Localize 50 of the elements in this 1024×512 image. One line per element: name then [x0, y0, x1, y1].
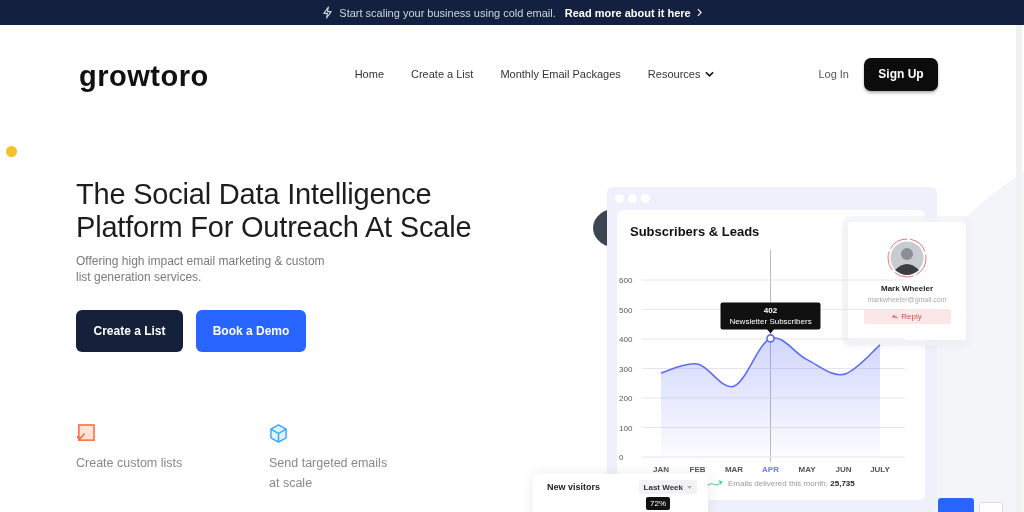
checklist-icon: [76, 424, 95, 443]
axis-tick-label: FEB: [689, 465, 706, 474]
axis-tick-label: JULY: [870, 465, 890, 474]
axis-tick-label: 600: [619, 276, 633, 285]
profile-name: Mark Wheeler: [881, 284, 933, 293]
chart-tooltip: 402 Newsletter Subscribers: [720, 302, 821, 334]
hero-subtitle: Offering high impact email marketing & custom list generation services.: [76, 253, 326, 285]
accent-dot: [6, 146, 17, 157]
hero-title: The Social Data Intelligence Platform For Outreach At Scale: [76, 178, 473, 244]
annotation: 402: [763, 306, 778, 316]
nav-link[interactable]: Monthly Email Packages: [500, 68, 621, 80]
axis-tick-label: JAN: [653, 465, 669, 474]
reply-button[interactable]: Reply: [863, 309, 951, 324]
feature-text: Create custom lists: [76, 455, 184, 472]
chart-title: Subscribers & Leads: [629, 223, 761, 241]
announcement-text: Start scaling your business using cold email.: [339, 6, 556, 19]
lightning-icon: [322, 6, 334, 19]
caret-icon: [687, 485, 692, 489]
axis-tick-label: 100: [619, 423, 633, 433]
signup-button[interactable]: Sign Up: [864, 57, 938, 91]
nav-link[interactable]: Create a List: [411, 68, 474, 80]
axis-tick-label: MAR: [724, 465, 744, 474]
avatar: [887, 238, 927, 278]
percent-badge: 72%: [646, 497, 670, 510]
axis-tick-label: 400: [619, 335, 633, 344]
series-label: Newsletter Subscribers: [729, 317, 812, 327]
axis-tick-label: APR: [762, 465, 779, 474]
book-demo-button[interactable]: Book a Demo: [196, 310, 306, 352]
read-more-link[interactable]: Read more about it here: [564, 6, 691, 19]
logo[interactable]: growtoro: [79, 59, 209, 93]
feature-text: Send targeted emails at scale: [269, 455, 389, 492]
chevron-down-icon: [705, 71, 715, 77]
login-link[interactable]: Log In: [818, 68, 849, 80]
axis-tick-label: 500: [619, 305, 633, 315]
nav-link[interactable]: Home: [354, 68, 384, 80]
axis-tick-label: 200: [619, 394, 633, 403]
axis-tick-label: 300: [619, 364, 633, 374]
trend-line-icon: [706, 480, 724, 487]
cube-icon: [269, 424, 288, 443]
data-point: [766, 334, 775, 343]
axis-tick-label: MAY: [798, 465, 816, 474]
create-list-button[interactable]: Create a List: [76, 310, 183, 352]
reply-icon: [892, 314, 899, 319]
axis-tick-label: 0: [619, 453, 624, 462]
nav-link[interactable]: Resources: [647, 68, 715, 80]
chevron-right-icon: [696, 8, 702, 17]
axis-tick-label: JUN: [835, 465, 852, 474]
emails-delivered-text: Emails delivered this month: 25,735: [728, 479, 855, 488]
period-dropdown[interactable]: Last Week: [638, 480, 697, 494]
visitors-title: New visitors: [547, 482, 601, 492]
